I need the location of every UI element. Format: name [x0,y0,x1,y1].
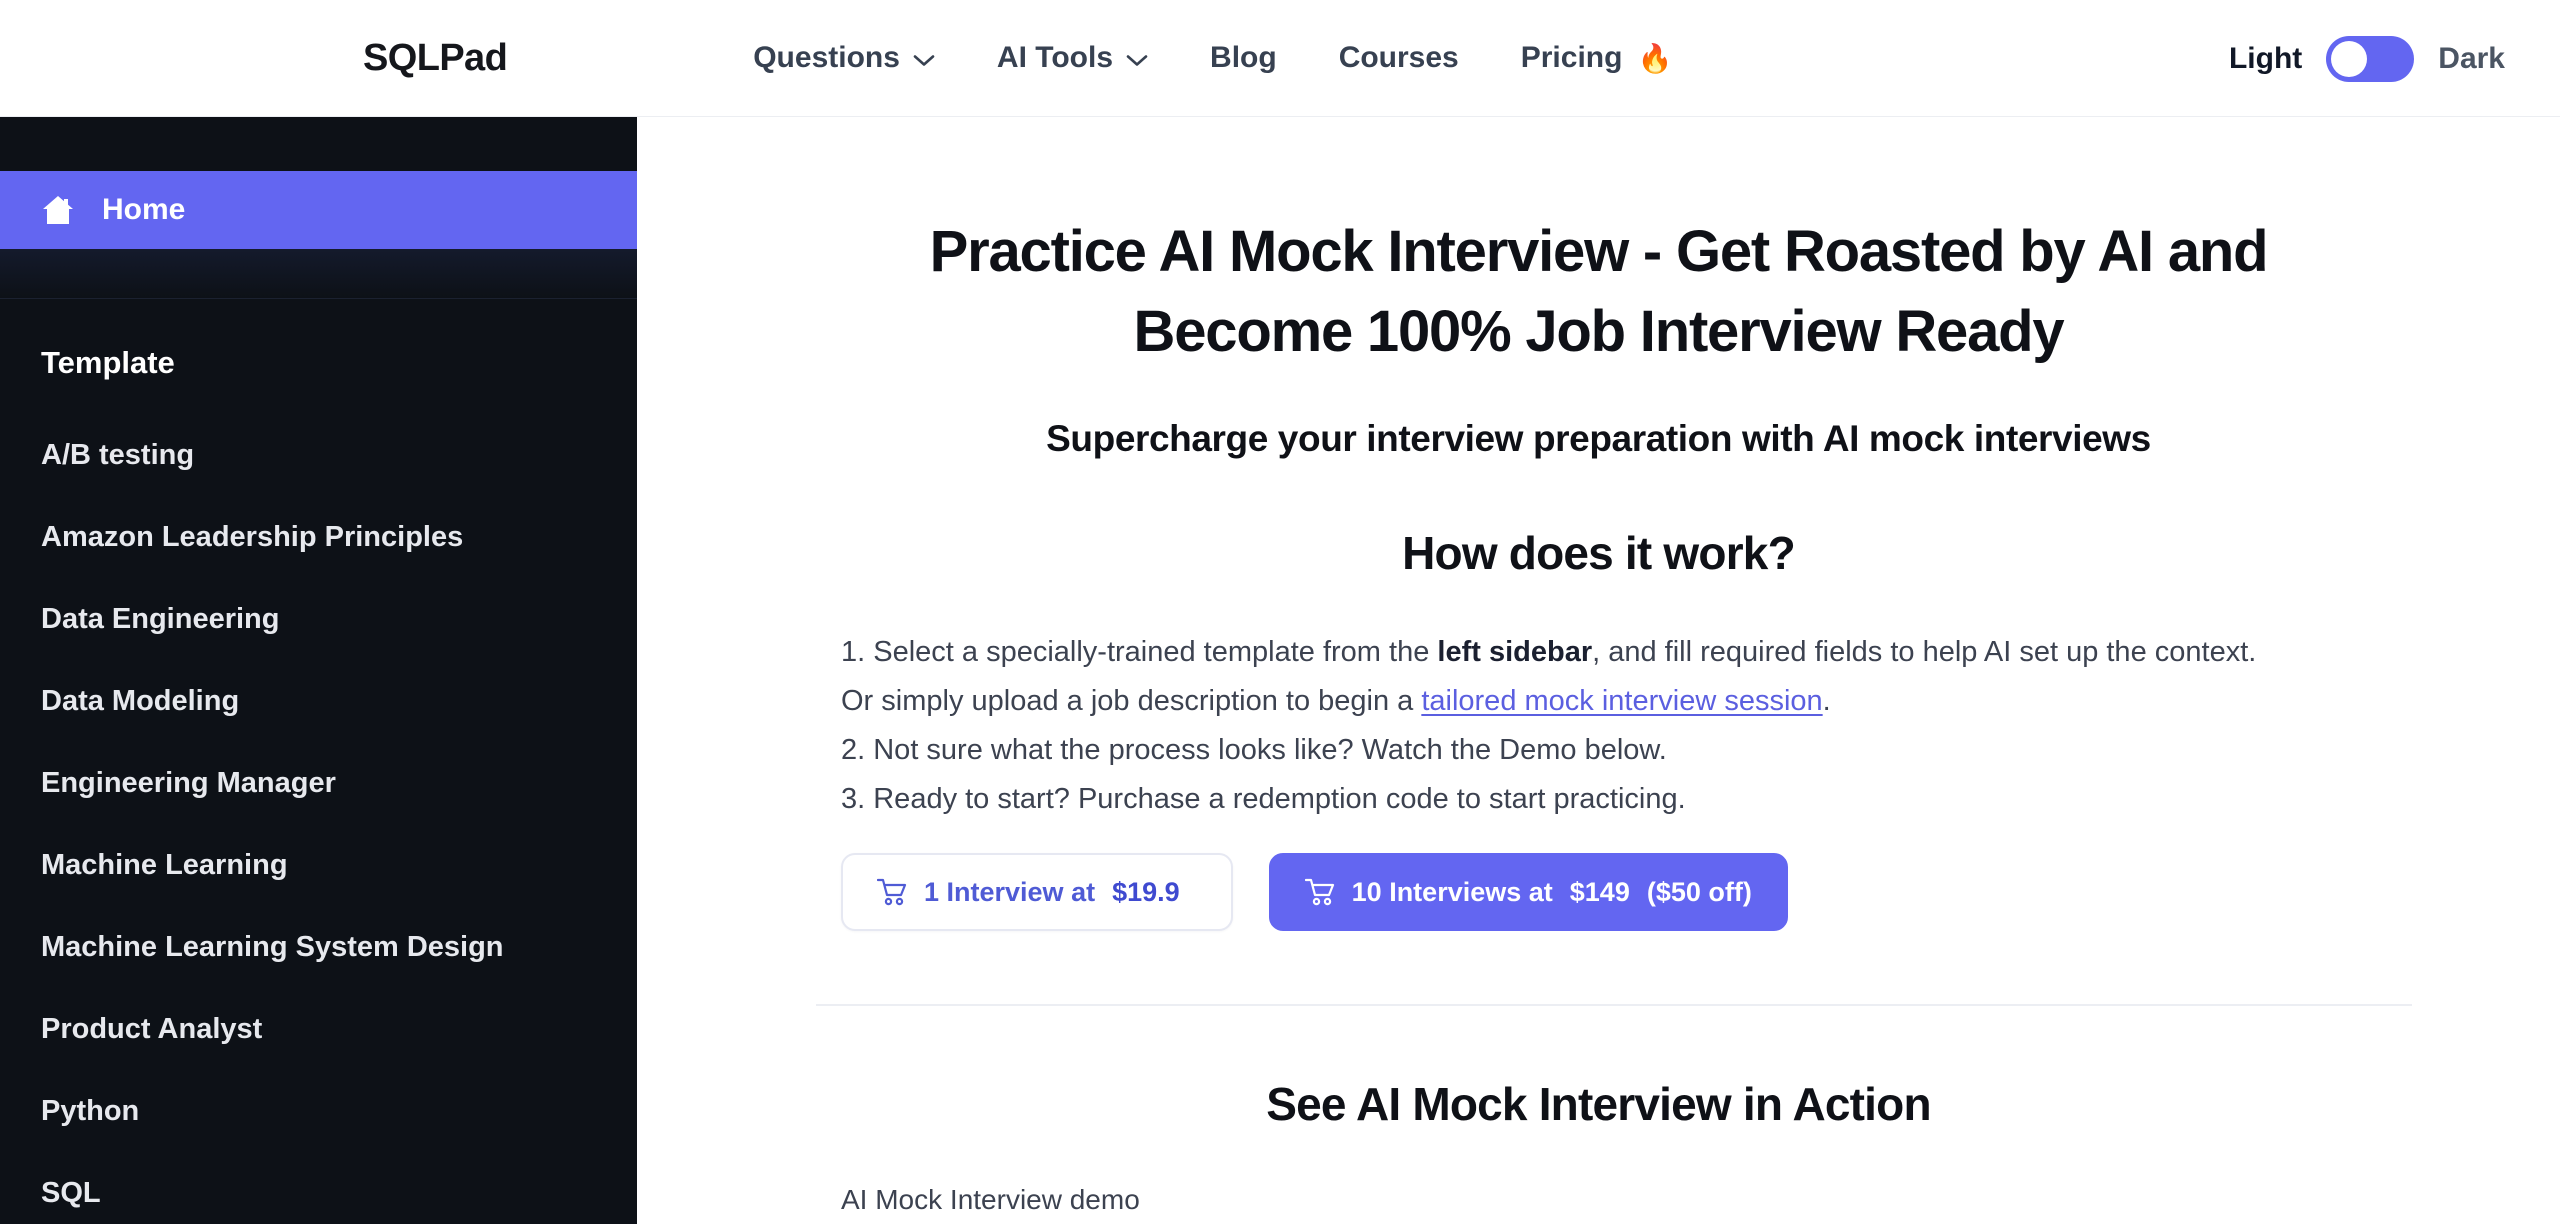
sidebar-item-data-engineering[interactable]: Data Engineering [0,578,637,660]
sidebar-item-data-modeling[interactable]: Data Modeling [0,660,637,742]
buy-bundle-price: $149 [1569,876,1630,907]
theme-label-dark: Dark [2438,41,2505,75]
brand-logo[interactable]: SQLPad [363,37,508,80]
sidebar-item-amazon-leadership-principles[interactable]: Amazon Leadership Principles [0,496,637,578]
how-it-works-heading: How does it work? [1402,527,1796,579]
page-title: Practice AI Mock Interview - Get Roasted… [929,219,2269,364]
nav-label-questions: Questions [753,41,900,74]
sidebar-divider [0,249,637,299]
cart-icon [876,878,907,906]
theme-toggle-switch[interactable] [2326,35,2415,82]
how-it-works-steps: 1. Select a specially-trained template f… [841,628,2441,824]
sidebar-item-home[interactable]: Home [0,171,637,249]
top-navigation-bar: SQLPad Questions AI Tools Blog Courses P… [0,0,2560,117]
sidebar-item-ab-testing[interactable]: A/B testing [0,414,637,496]
fire-icon: 🔥 [1637,42,1673,74]
buy-bundle-label-prefix: 10 Interviews at [1351,876,1553,907]
step-1-line-2-text-a: Or simply upload a job description to be… [841,685,1422,717]
chevron-down-icon [1126,54,1148,67]
buy-single-price: $19.9 [1112,876,1180,907]
sidebar-item-product-analyst[interactable]: Product Analyst [0,988,637,1070]
step-1-bold: left sidebar [1437,636,1593,668]
sidebar-template-list: A/B testing Amazon Leadership Principles… [0,414,637,1224]
nav-item-pricing[interactable]: Pricing 🔥 [1490,41,1704,75]
main-content: Practice AI Mock Interview - Get Roasted… [637,117,2560,1224]
theme-switcher: Light Dark [2229,0,2505,117]
buy-bundle-interviews-button[interactable]: 10 Interviews at $149 ($50 off) [1268,853,1788,931]
nav-label-ai-tools: AI Tools [996,41,1114,74]
demo-caption: AI Mock Interview demo [841,1184,1140,1215]
nav-label-blog: Blog [1210,41,1277,74]
cart-icon [1304,878,1335,906]
nav-item-ai-tools[interactable]: AI Tools [966,41,1179,75]
purchase-button-row: 1 Interview at $19.9 10 Interviews at $1… [841,853,2560,931]
sidebar-item-sql[interactable]: SQL [0,1152,637,1224]
step-1-text-a: 1. Select a specially-trained template f… [841,636,1438,668]
tailored-mock-interview-session-link[interactable]: tailored mock interview session [1421,685,1822,717]
sidebar-home-label: Home [102,193,186,226]
page-root: SQLPad Questions AI Tools Blog Courses P… [0,0,2560,1224]
chevron-down-icon [913,54,935,67]
sidebar-item-machine-learning[interactable]: Machine Learning [0,824,637,906]
step-3: 3. Ready to start? Purchase a redemption… [841,783,1686,815]
step-1-line-2-text-b: . [1822,685,1831,717]
step-2: 2. Not sure what the process looks like?… [841,734,1667,766]
nav-item-blog[interactable]: Blog [1179,41,1308,75]
theme-label-light: Light [2228,41,2303,75]
sidebar-item-machine-learning-system-design[interactable]: Machine Learning System Design [0,906,637,988]
nav-label-courses: Courses [1338,41,1459,74]
page-subtitle: Supercharge your interview preparation w… [1046,418,2151,459]
buy-single-label-prefix: 1 Interview at [924,876,1096,907]
sidebar-item-engineering-manager[interactable]: Engineering Manager [0,742,637,824]
demo-section-heading: See AI Mock Interview in Action [1266,1078,1931,1130]
main-nav-links: Questions AI Tools Blog Courses Pricing … [753,41,1703,75]
buy-single-interview-button[interactable]: 1 Interview at $19.9 [841,853,1233,931]
nav-label-pricing: Pricing [1520,41,1623,74]
section-divider [816,1004,2412,1006]
left-sidebar: Home Template A/B testing Amazon Leaders… [0,117,637,1224]
sidebar-section-title: Template [41,345,175,380]
sidebar-item-python[interactable]: Python [0,1070,637,1152]
theme-toggle-knob [2331,40,2368,77]
nav-item-courses[interactable]: Courses [1308,41,1490,75]
step-1-line-2: Or simply upload a job description to be… [841,677,2441,726]
sidebar-top-spacer [0,117,637,171]
nav-item-questions[interactable]: Questions [753,41,966,75]
buy-bundle-label-suffix: ($50 off) [1646,876,1752,907]
step-1-text-b: , and fill required fields to help AI se… [1592,636,2257,668]
step-1: 1. Select a specially-trained template f… [841,628,2441,677]
home-icon [41,194,75,226]
